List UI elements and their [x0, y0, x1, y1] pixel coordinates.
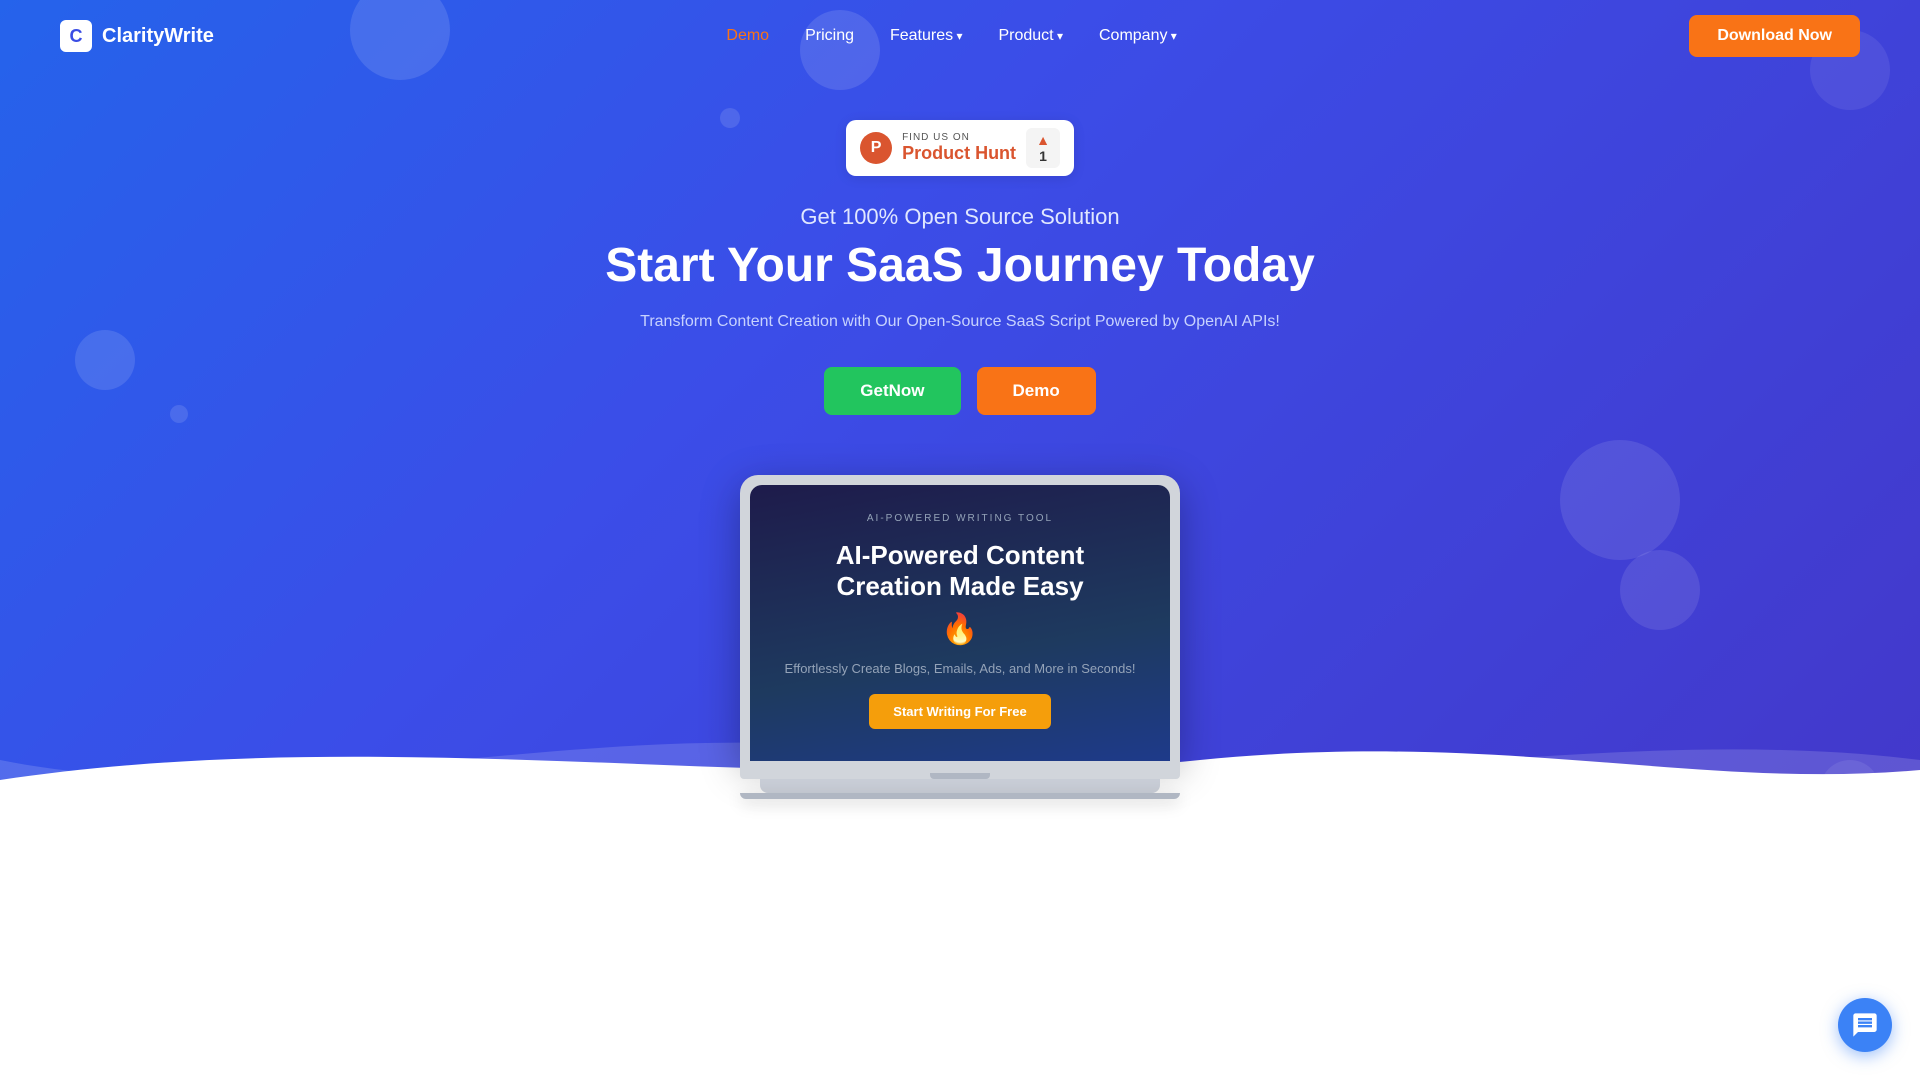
- product-hunt-badge[interactable]: P FIND US ON Product Hunt ▲ 1: [846, 120, 1074, 176]
- nav-item-demo[interactable]: Demo: [726, 27, 769, 45]
- demo-button[interactable]: Demo: [977, 367, 1096, 415]
- download-now-button[interactable]: Download Now: [1689, 15, 1860, 57]
- laptop-base: [740, 761, 1180, 779]
- chat-bubble-button[interactable]: [1838, 998, 1892, 1052]
- get-now-button[interactable]: GetNow: [824, 367, 960, 415]
- hero-description: Transform Content Creation with Our Open…: [640, 313, 1280, 331]
- product-hunt-count-box: ▲ 1: [1026, 128, 1060, 168]
- laptop-screen-outer: AI-POWERED WRITING TOOL AI-Powered Conte…: [740, 475, 1180, 761]
- nav-item-company[interactable]: Company: [1099, 27, 1177, 45]
- laptop-screen-inner: AI-POWERED WRITING TOOL AI-Powered Conte…: [750, 485, 1170, 761]
- deco-circle-3: [720, 108, 740, 128]
- nav-link-product[interactable]: Product: [998, 27, 1063, 44]
- deco-circle-5: [170, 405, 188, 423]
- nav-links: Demo Pricing Features Product Company: [726, 27, 1176, 45]
- logo-link[interactable]: C ClarityWrite: [60, 20, 214, 52]
- chat-icon: [1851, 1011, 1879, 1039]
- nav-item-pricing[interactable]: Pricing: [805, 27, 854, 45]
- product-hunt-logo: P: [860, 132, 892, 164]
- screen-emoji: 🔥: [941, 612, 978, 647]
- screen-title-line2: Creation Made Easy: [836, 571, 1083, 601]
- nav-item-features[interactable]: Features: [890, 27, 963, 45]
- laptop: AI-POWERED WRITING TOOL AI-Powered Conte…: [740, 475, 1180, 799]
- laptop-foot: [760, 779, 1160, 793]
- laptop-bottom: [740, 793, 1180, 799]
- navbar: C ClarityWrite Demo Pricing Features Pro…: [0, 0, 1920, 72]
- nav-link-demo[interactable]: Demo: [726, 27, 769, 44]
- nav-link-features[interactable]: Features: [890, 27, 963, 44]
- laptop-mockup: AI-POWERED WRITING TOOL AI-Powered Conte…: [740, 475, 1180, 799]
- screen-title: AI-Powered Content Creation Made Easy: [836, 540, 1084, 602]
- deco-circle-7: [1560, 440, 1680, 560]
- product-hunt-name: Product Hunt: [902, 143, 1016, 164]
- hero-title: Start Your SaaS Journey Today: [605, 238, 1315, 293]
- logo-text: ClarityWrite: [102, 25, 214, 48]
- deco-circle-4: [75, 330, 135, 390]
- hero-section: P FIND US ON Product Hunt ▲ 1 Get 100% O…: [0, 0, 1920, 820]
- cta-buttons: GetNow Demo: [824, 367, 1095, 415]
- below-hero: [0, 820, 1920, 1020]
- nav-link-company[interactable]: Company: [1099, 27, 1177, 44]
- nav-item-product[interactable]: Product: [998, 27, 1063, 45]
- screen-title-line1: AI-Powered Content: [836, 540, 1084, 570]
- product-hunt-arrow: ▲: [1036, 132, 1050, 148]
- screen-description: Effortlessly Create Blogs, Emails, Ads, …: [785, 661, 1136, 676]
- deco-circle-8: [1620, 550, 1700, 630]
- logo-icon: C: [60, 20, 92, 52]
- nav-link-pricing[interactable]: Pricing: [805, 27, 854, 44]
- product-hunt-text: FIND US ON Product Hunt: [902, 132, 1016, 164]
- product-hunt-count: 1: [1039, 148, 1047, 164]
- screen-cta-button[interactable]: Start Writing For Free: [869, 694, 1050, 729]
- screen-tag: AI-POWERED WRITING TOOL: [867, 513, 1053, 524]
- product-hunt-find-label: FIND US ON: [902, 132, 1016, 143]
- hero-subtitle: Get 100% Open Source Solution: [800, 204, 1119, 230]
- laptop-notch: [930, 773, 990, 779]
